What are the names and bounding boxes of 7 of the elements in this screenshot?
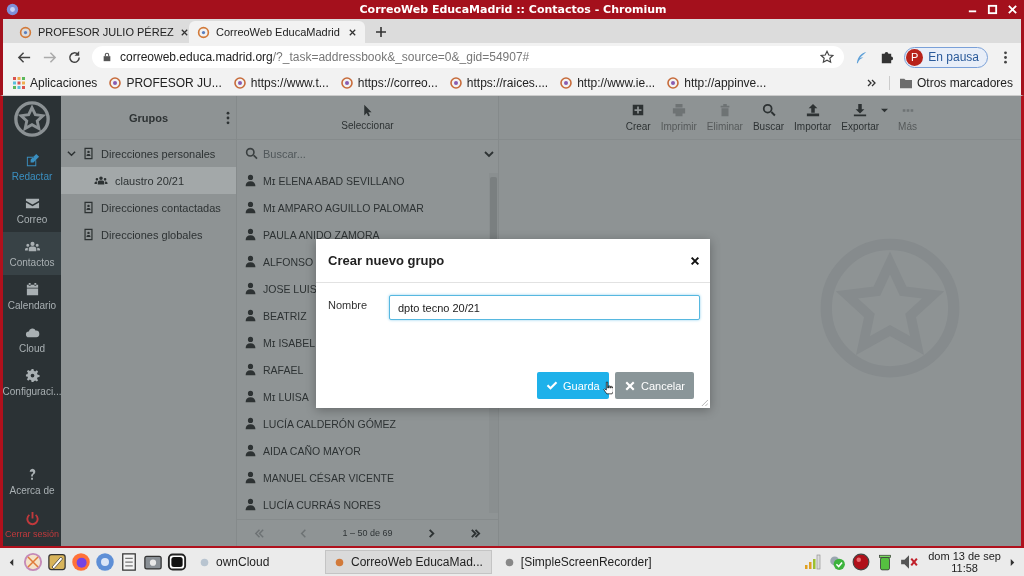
page-count: 1 – 50 de 69	[342, 528, 393, 538]
dialog-title: Crear nuevo grupo	[328, 253, 445, 268]
window-title: CorreoWeb EducaMadrid :: Contactos - Chromium	[358, 3, 668, 16]
panel-title: Grupos	[128, 111, 169, 124]
clock-date: dom 13 de sep	[928, 550, 1001, 562]
clock-time: 11:58	[951, 562, 978, 574]
field-label: Nombre	[328, 298, 369, 311]
